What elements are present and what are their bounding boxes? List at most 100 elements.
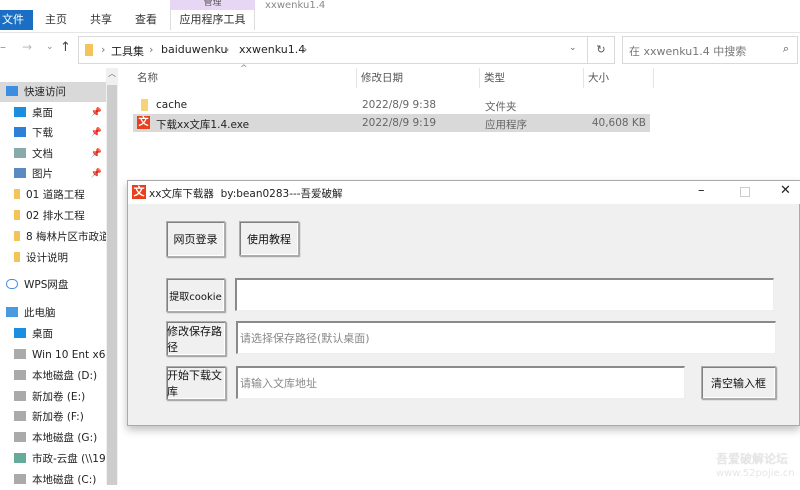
sidebar-item[interactable]: 本地磁盘 (D:)	[0, 366, 106, 386]
sidebar-item-label: 8 梅林片区市政道	[26, 231, 106, 243]
sidebar-item[interactable]: 市政-云盘 (\\192	[0, 449, 106, 469]
sidebar-item-label: 文档	[32, 148, 53, 160]
sidebar-item[interactable]: 新加卷 (F:)	[0, 407, 106, 427]
drive-icon	[14, 432, 26, 442]
app-icon: 文	[132, 185, 146, 199]
tab-share[interactable]: 共享	[90, 10, 112, 30]
file-name: 下载xx文库1.4.exe	[156, 119, 250, 131]
file-row[interactable]: cache 2022/8/9 9:38 文件夹	[133, 96, 650, 114]
cloud-icon	[6, 279, 18, 289]
folder-icon	[14, 189, 20, 199]
sidebar-scrollbar[interactable]: ︿	[106, 68, 118, 485]
tab-view[interactable]: 查看	[135, 10, 157, 30]
drive-icon	[14, 411, 26, 421]
clear-input-button[interactable]: 清空输入框	[701, 366, 776, 399]
refresh-button[interactable]: ↻	[588, 36, 615, 64]
sidebar-item-label: 下载	[32, 127, 53, 139]
sidebar-item[interactable]: 文档 📌	[0, 144, 106, 164]
column-type[interactable]: 类型	[480, 68, 584, 88]
sidebar-item-label: 桌面	[32, 328, 53, 340]
close-button[interactable]: ✕	[780, 183, 791, 198]
sidebar-item-label: WPS网盘	[24, 279, 69, 291]
url-input[interactable]: 请输入文库地址	[236, 366, 685, 399]
drive-icon	[14, 349, 26, 359]
up-button[interactable]: ↑	[60, 40, 71, 55]
dialog-titlebar: 文 xx文库下载器 by:bean0283---吾爱破解 – ✕	[128, 181, 800, 204]
sidebar-item[interactable]: 此电脑	[0, 303, 106, 323]
download-icon	[14, 127, 26, 137]
breadcrumb-separator: ›	[149, 43, 154, 56]
downloader-dialog: 文 xx文库下载器 by:bean0283---吾爱破解 – ✕ 网页登录 使用…	[127, 180, 800, 426]
recent-dropdown[interactable]: ⌄	[46, 42, 54, 52]
sidebar-item[interactable]: 桌面	[0, 324, 106, 344]
change-path-button[interactable]: 修改保存路径	[166, 321, 226, 356]
address-bar[interactable]: › 工具集 › baiduwenku › xxwenku1.4 › ⌄	[78, 36, 588, 64]
sidebar-item[interactable]: 快速访问	[0, 82, 106, 102]
tutorial-button[interactable]: 使用教程	[239, 221, 299, 256]
ribbon-divider	[0, 32, 800, 33]
drive-icon	[14, 474, 26, 484]
sidebar-item-label: 新加卷 (F:)	[32, 411, 84, 423]
folder-icon	[85, 44, 93, 56]
file-type: 文件夹	[485, 101, 517, 113]
sidebar-item[interactable]: 02 排水工程	[0, 206, 106, 226]
folder-icon	[14, 210, 20, 220]
cookie-input[interactable]	[235, 278, 774, 311]
search-placeholder: 在 xxwenku1.4 中搜索	[629, 45, 747, 58]
pin-icon: 📌	[90, 149, 102, 159]
tab-app-tools[interactable]: 应用程序工具	[170, 10, 255, 30]
column-name[interactable]: 名称	[133, 68, 357, 88]
desktop-icon	[14, 107, 26, 117]
scroll-thumb[interactable]	[107, 85, 117, 485]
sidebar-item[interactable]: 8 梅林片区市政道	[0, 227, 106, 247]
chevron-down-icon[interactable]: ⌄	[569, 43, 577, 53]
sidebar-item[interactable]: 本地磁盘 (C:)	[0, 470, 106, 490]
sidebar-item[interactable]: 图片 📌	[0, 164, 106, 184]
start-download-button[interactable]: 开始下载文库	[166, 366, 226, 400]
file-row-selected[interactable]: 文 下载xx文库1.4.exe 2022/8/9 9:19 应用程序 40,60…	[133, 114, 650, 132]
sidebar-item[interactable]: 01 道路工程	[0, 185, 106, 205]
dialog-title: xx文库下载器 by:bean0283---吾爱破解	[149, 188, 343, 200]
sidebar-item[interactable]: 新加卷 (E:)	[0, 387, 106, 407]
sidebar-item[interactable]: 桌面 📌	[0, 103, 106, 123]
column-size[interactable]: 大小	[584, 68, 654, 88]
sidebar-item-label: Win 10 Ent x64	[32, 349, 106, 361]
sidebar-item-label: 本地磁盘 (D:)	[32, 370, 98, 382]
extract-cookie-button[interactable]: 提取cookie	[166, 278, 225, 312]
scroll-up-icon[interactable]: ︿	[106, 68, 118, 79]
sidebar-item-label: 桌面	[32, 107, 53, 119]
sidebar-item-label: 图片	[32, 168, 53, 180]
minimize-button[interactable]: –	[698, 183, 705, 198]
sidebar-item[interactable]: Win 10 Ent x64	[0, 345, 106, 365]
sidebar-item-label: 此电脑	[24, 307, 56, 319]
sidebar-item[interactable]: 设计说明	[0, 248, 106, 268]
tab-home[interactable]: 主页	[45, 10, 67, 30]
computer-icon	[6, 307, 18, 317]
forward-button[interactable]: →	[22, 40, 32, 54]
breadcrumb-item[interactable]: baiduwenku	[161, 43, 227, 56]
web-login-button[interactable]: 网页登录	[166, 221, 225, 257]
sidebar-item-label: 本地磁盘 (C:)	[32, 474, 97, 486]
sidebar-item-label: 本地磁盘 (G:)	[32, 432, 98, 444]
breadcrumb-separator: ›	[101, 43, 106, 56]
breadcrumb-item[interactable]: 工具集	[111, 43, 144, 59]
tab-file[interactable]: 文件	[0, 10, 33, 30]
desktop-icon	[14, 328, 26, 338]
maximize-button[interactable]	[740, 187, 750, 197]
file-size: 40,608 KB	[591, 117, 646, 129]
drive-icon	[14, 391, 26, 401]
column-modified[interactable]: 修改日期	[357, 68, 480, 88]
document-icon	[14, 148, 26, 158]
sidebar-item-label: 快速访问	[24, 86, 66, 98]
back-button[interactable]: –	[0, 40, 6, 54]
window-title: xxwenku1.4	[265, 0, 326, 11]
sidebar-item-label: 设计说明	[26, 252, 68, 264]
search-input[interactable]: 在 xxwenku1.4 中搜索 ⌕	[622, 36, 798, 64]
sidebar-item[interactable]: WPS网盘	[0, 275, 106, 295]
sidebar-item[interactable]: 本地磁盘 (G:)	[0, 428, 106, 448]
breadcrumb-item[interactable]: xxwenku1.4	[239, 43, 305, 56]
sidebar-item[interactable]: 下载 📌	[0, 123, 106, 143]
pin-icon: 📌	[90, 169, 102, 179]
save-path-input[interactable]: 请选择保存路径(默认桌面)	[236, 321, 776, 354]
network-drive-icon	[14, 453, 26, 463]
